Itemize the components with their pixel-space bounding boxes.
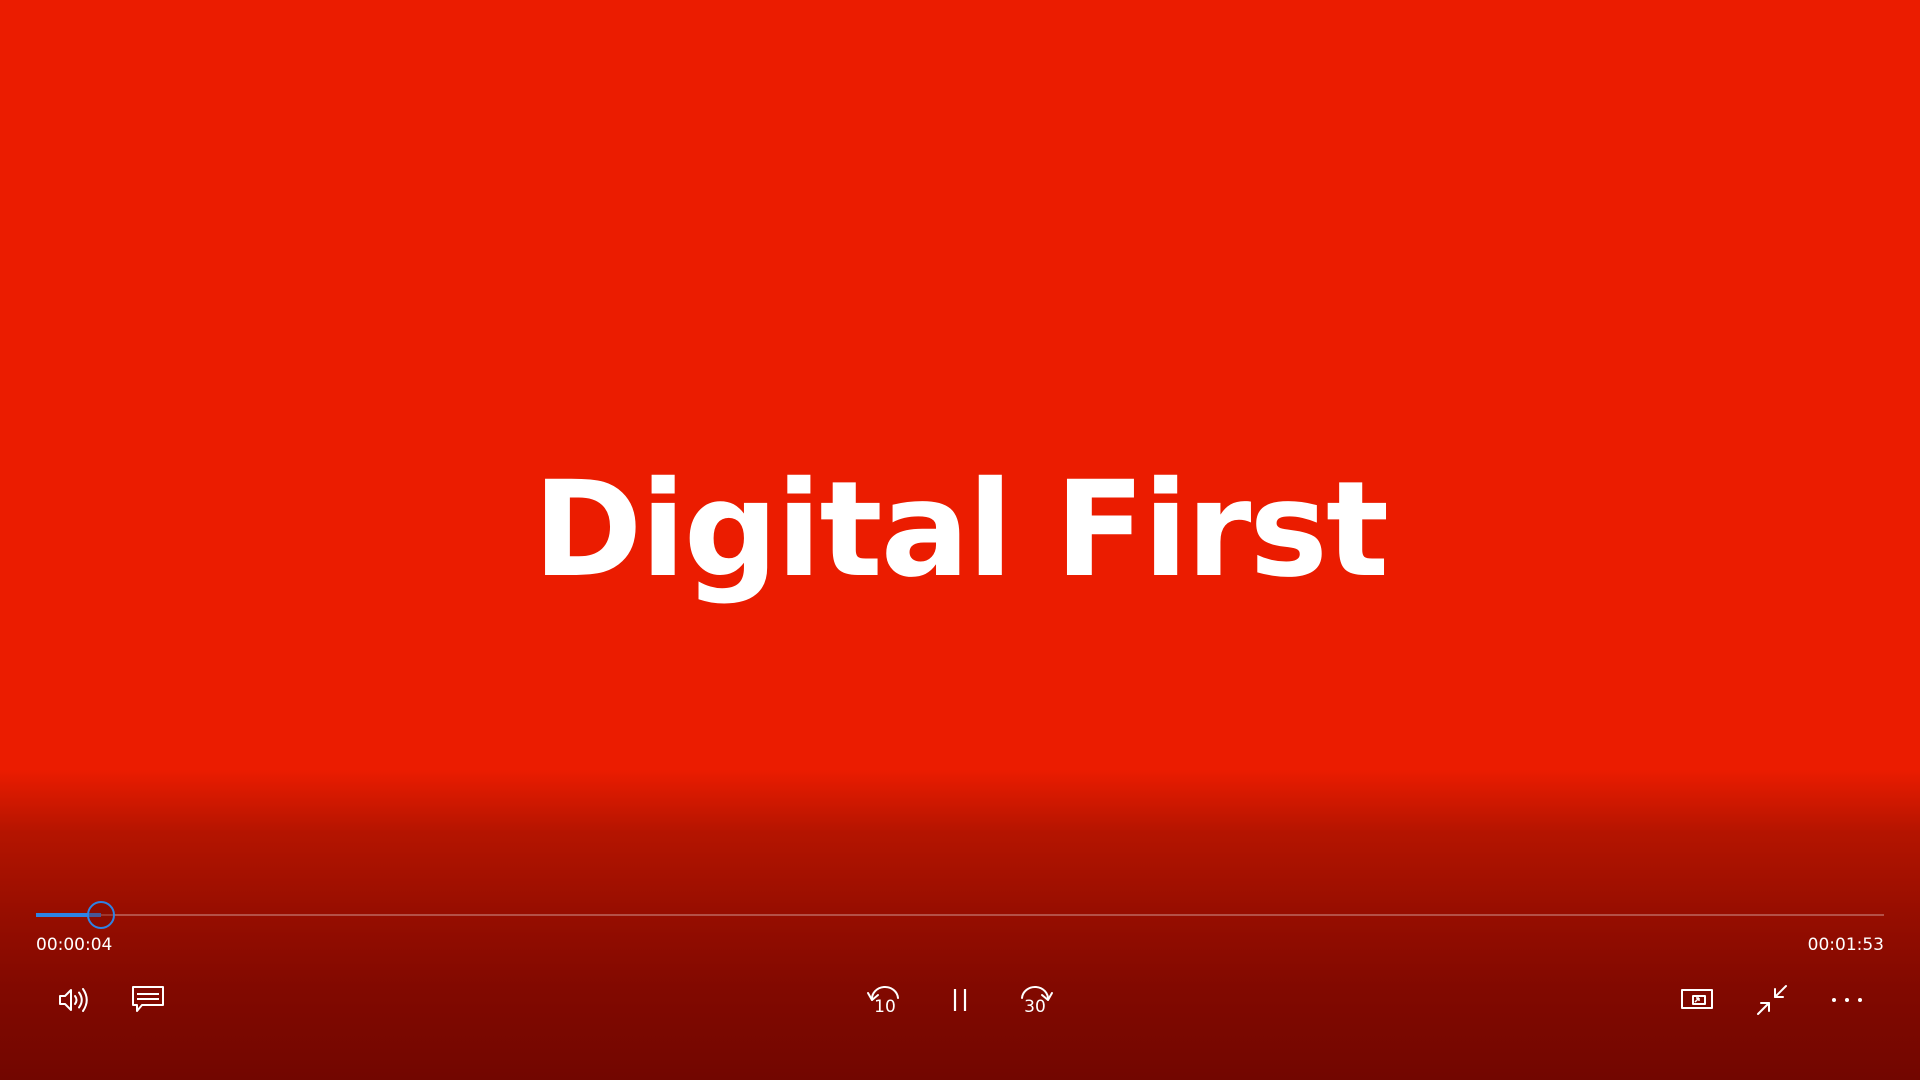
- forward-30-icon: 30: [1015, 980, 1055, 1020]
- volume-button[interactable]: [50, 976, 98, 1024]
- seek-track[interactable]: [36, 914, 1884, 916]
- more-dots-icon: [1831, 997, 1863, 1003]
- pause-button[interactable]: [936, 976, 984, 1024]
- seek-bar[interactable]: [36, 900, 1884, 930]
- mini-view-button[interactable]: [1673, 976, 1721, 1024]
- exit-fullscreen-button[interactable]: [1748, 976, 1796, 1024]
- rewind-10-icon: 10: [865, 980, 905, 1020]
- captions-icon: [132, 986, 164, 1014]
- seek-thumb[interactable]: [86, 901, 115, 929]
- exit-fullscreen-icon: [1756, 984, 1788, 1016]
- video-player[interactable]: Digital First 00:00:04 00:01:53 10 30: [0, 0, 1920, 1080]
- skip-back-label: 10: [874, 997, 896, 1017]
- mini-player-icon: [1681, 988, 1713, 1012]
- skip-forward-button[interactable]: 30: [1011, 976, 1059, 1024]
- speaker-icon: [57, 986, 91, 1014]
- pause-icon: [950, 987, 970, 1013]
- captions-button[interactable]: [124, 976, 172, 1024]
- video-title-text: Digital First: [532, 453, 1389, 607]
- skip-forward-label: 30: [1024, 997, 1046, 1017]
- total-time: 00:01:53: [1807, 935, 1884, 955]
- more-options-button[interactable]: [1823, 976, 1871, 1024]
- elapsed-time: 00:00:04: [36, 935, 113, 955]
- skip-back-button[interactable]: 10: [861, 976, 909, 1024]
